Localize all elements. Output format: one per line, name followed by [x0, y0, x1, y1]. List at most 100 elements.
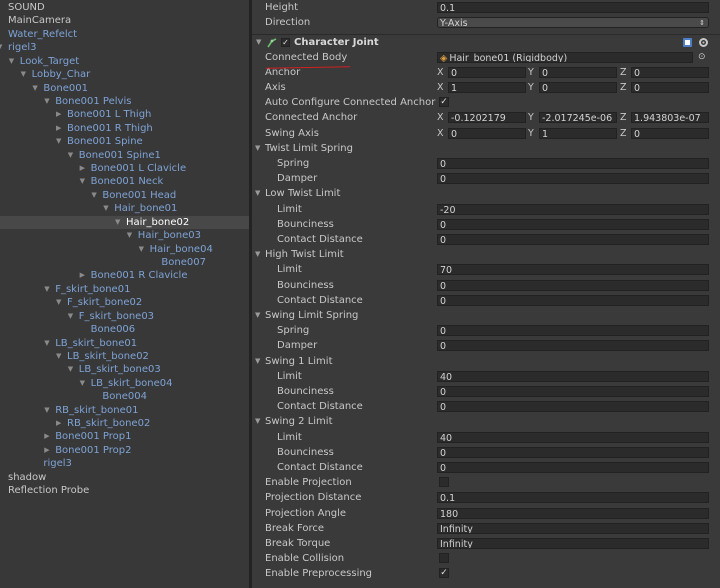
axis-y-label[interactable]: Y [528, 65, 534, 80]
hierarchy-item[interactable]: Reflection Probe [0, 484, 249, 497]
checkbox-unchecked[interactable] [439, 553, 449, 564]
hierarchy-item[interactable]: ▼ Lobby_Char [0, 68, 249, 81]
expanded-arrow-icon[interactable]: ▼ [44, 337, 52, 350]
expanded-arrow-icon[interactable]: ▼ [127, 229, 135, 242]
hierarchy-item[interactable]: ▼ Bone001 Pelvis [0, 95, 249, 108]
vector-y-field[interactable]: 0 [539, 66, 617, 78]
value-field[interactable]: 40 [437, 431, 709, 443]
direction-dropdown[interactable]: Y-Axis ⇕ [437, 17, 709, 29]
expanded-arrow-icon[interactable]: ▼ [44, 95, 52, 108]
hierarchy-item[interactable]: shadow [0, 471, 249, 484]
section-label[interactable]: Low Twist Limit [265, 186, 340, 201]
value-field[interactable]: 0 [437, 157, 709, 169]
expanded-arrow-icon[interactable]: ▼ [56, 296, 64, 309]
character-joint-header[interactable]: ▼ ✓ Character Joint [252, 34, 720, 51]
value-field[interactable]: 0 [437, 461, 709, 473]
axis-x-label[interactable]: X [437, 80, 444, 95]
value-field[interactable]: 0 [437, 325, 709, 337]
hierarchy-item[interactable]: MainCamera [0, 14, 249, 27]
value-field[interactable]: 0 [437, 446, 709, 458]
axis-z-label[interactable]: Z [620, 80, 627, 95]
vector-y-field[interactable]: 0 [539, 81, 617, 93]
expanded-arrow-icon[interactable]: ▼ [0, 41, 5, 54]
vector-y-field[interactable]: -2.017245e-06 [539, 112, 617, 124]
vector-z-field[interactable]: 1.943803e-07 [631, 112, 709, 124]
hierarchy-item[interactable]: ▶ Bone001 Prop1 [0, 430, 249, 443]
value-field[interactable]: 0 [437, 294, 709, 306]
value-field[interactable]: Infinity [437, 522, 709, 534]
foldout-arrow-icon[interactable]: ▼ [255, 141, 260, 156]
hierarchy-item[interactable]: ▼ F_skirt_bone01 [0, 283, 249, 296]
foldout-arrow-icon[interactable]: ▼ [255, 308, 260, 323]
hierarchy-item[interactable]: ▼ Bone001 [0, 82, 249, 95]
vector-x-field[interactable]: 1 [448, 81, 526, 93]
hierarchy-item[interactable]: ▶ Bone001 R Thigh [0, 122, 249, 135]
hierarchy-item[interactable]: ▼ LB_skirt_bone04 [0, 377, 249, 390]
vector-x-field[interactable]: 0 [448, 127, 526, 139]
expanded-arrow-icon[interactable]: ▼ [80, 377, 88, 390]
expanded-arrow-icon[interactable]: ▼ [44, 283, 52, 296]
expanded-arrow-icon[interactable]: ▼ [56, 350, 64, 363]
hierarchy-item[interactable]: ▼ Hair_bone04 [0, 243, 249, 256]
hierarchy-item[interactable]: ▼ Bone001 Neck [0, 175, 249, 188]
axis-x-label[interactable]: X [437, 126, 444, 141]
expanded-arrow-icon[interactable]: ▼ [9, 55, 17, 68]
expanded-arrow-icon[interactable]: ▼ [91, 189, 99, 202]
section-label[interactable]: High Twist Limit [265, 247, 344, 262]
collapsed-arrow-icon[interactable]: ▶ [44, 444, 52, 457]
axis-z-label[interactable]: Z [620, 65, 627, 80]
hierarchy-item[interactable]: ▼ Look_Target [0, 55, 249, 68]
hierarchy-item[interactable]: ▶ Bone001 L Clavicle [0, 162, 249, 175]
expanded-arrow-icon[interactable]: ▼ [32, 82, 40, 95]
expanded-arrow-icon[interactable]: ▼ [103, 202, 111, 215]
hierarchy-item[interactable]: ▼ LB_skirt_bone01 [0, 337, 249, 350]
checkbox-checked[interactable]: ✓ [439, 97, 449, 108]
vector-z-field[interactable]: 0 [631, 127, 709, 139]
collapsed-arrow-icon[interactable]: ▶ [56, 417, 64, 430]
vector-z-field[interactable]: 0 [631, 81, 709, 93]
axis-y-label[interactable]: Y [528, 80, 534, 95]
expanded-arrow-icon[interactable]: ▼ [56, 135, 64, 148]
collapsed-arrow-icon[interactable]: ▶ [80, 162, 88, 175]
axis-z-label[interactable]: Z [620, 126, 627, 141]
expanded-arrow-icon[interactable]: ▼ [68, 363, 76, 376]
object-field[interactable]: ◈ Hair_bone01 (Rigidbody) [437, 51, 693, 63]
section-label[interactable]: Swing 1 Limit [265, 354, 333, 369]
vector-y-field[interactable]: 1 [539, 127, 617, 139]
value-field[interactable]: 0 [437, 340, 709, 352]
value-field[interactable]: 40 [437, 370, 709, 382]
collapsed-arrow-icon[interactable]: ▶ [80, 269, 88, 282]
hierarchy-item[interactable]: Bone004 [0, 390, 249, 403]
axis-x-label[interactable]: X [437, 65, 444, 80]
hierarchy-item[interactable]: ▼ LB_skirt_bone02 [0, 350, 249, 363]
value-field[interactable]: -20 [437, 203, 709, 215]
value-field[interactable]: 0 [437, 279, 709, 291]
value-field[interactable]: Infinity [437, 537, 709, 549]
collapsed-arrow-icon[interactable]: ▶ [56, 122, 64, 135]
value-field[interactable]: 0 [437, 401, 709, 413]
hierarchy-item[interactable]: Bone007 [0, 256, 249, 269]
hierarchy-item[interactable]: Bone006 [0, 323, 249, 336]
expanded-arrow-icon[interactable]: ▼ [44, 404, 52, 417]
value-field[interactable]: 70 [437, 264, 709, 276]
foldout-arrow-icon[interactable]: ▼ [256, 38, 261, 46]
value-field[interactable]: 0 [437, 385, 709, 397]
collapsed-arrow-icon[interactable]: ▶ [56, 108, 64, 121]
hierarchy-item[interactable]: ▼ Bone001 Head [0, 189, 249, 202]
hierarchy-item[interactable]: ▶ Bone001 Prop2 [0, 444, 249, 457]
expanded-arrow-icon[interactable]: ▼ [80, 175, 88, 188]
hierarchy-item[interactable]: ▶ RB_skirt_bone02 [0, 417, 249, 430]
object-picker-icon[interactable]: ⊙ [698, 50, 706, 65]
section-label[interactable]: Twist Limit Spring [265, 141, 353, 156]
vector-x-field[interactable]: -0.1202179 [448, 112, 526, 124]
gear-icon[interactable] [698, 37, 709, 48]
hierarchy-item[interactable]: Water_Refelct [0, 28, 249, 41]
value-field[interactable]: 0.1 [437, 492, 709, 504]
section-label[interactable]: Swing Limit Spring [265, 308, 358, 323]
collapsed-arrow-icon[interactable]: ▶ [44, 430, 52, 443]
expanded-arrow-icon[interactable]: ▼ [68, 310, 76, 323]
vector-x-field[interactable]: 0 [448, 66, 526, 78]
help-book-icon[interactable] [682, 37, 693, 48]
axis-y-label[interactable]: Y [528, 126, 534, 141]
value-field[interactable]: 180 [437, 507, 709, 519]
